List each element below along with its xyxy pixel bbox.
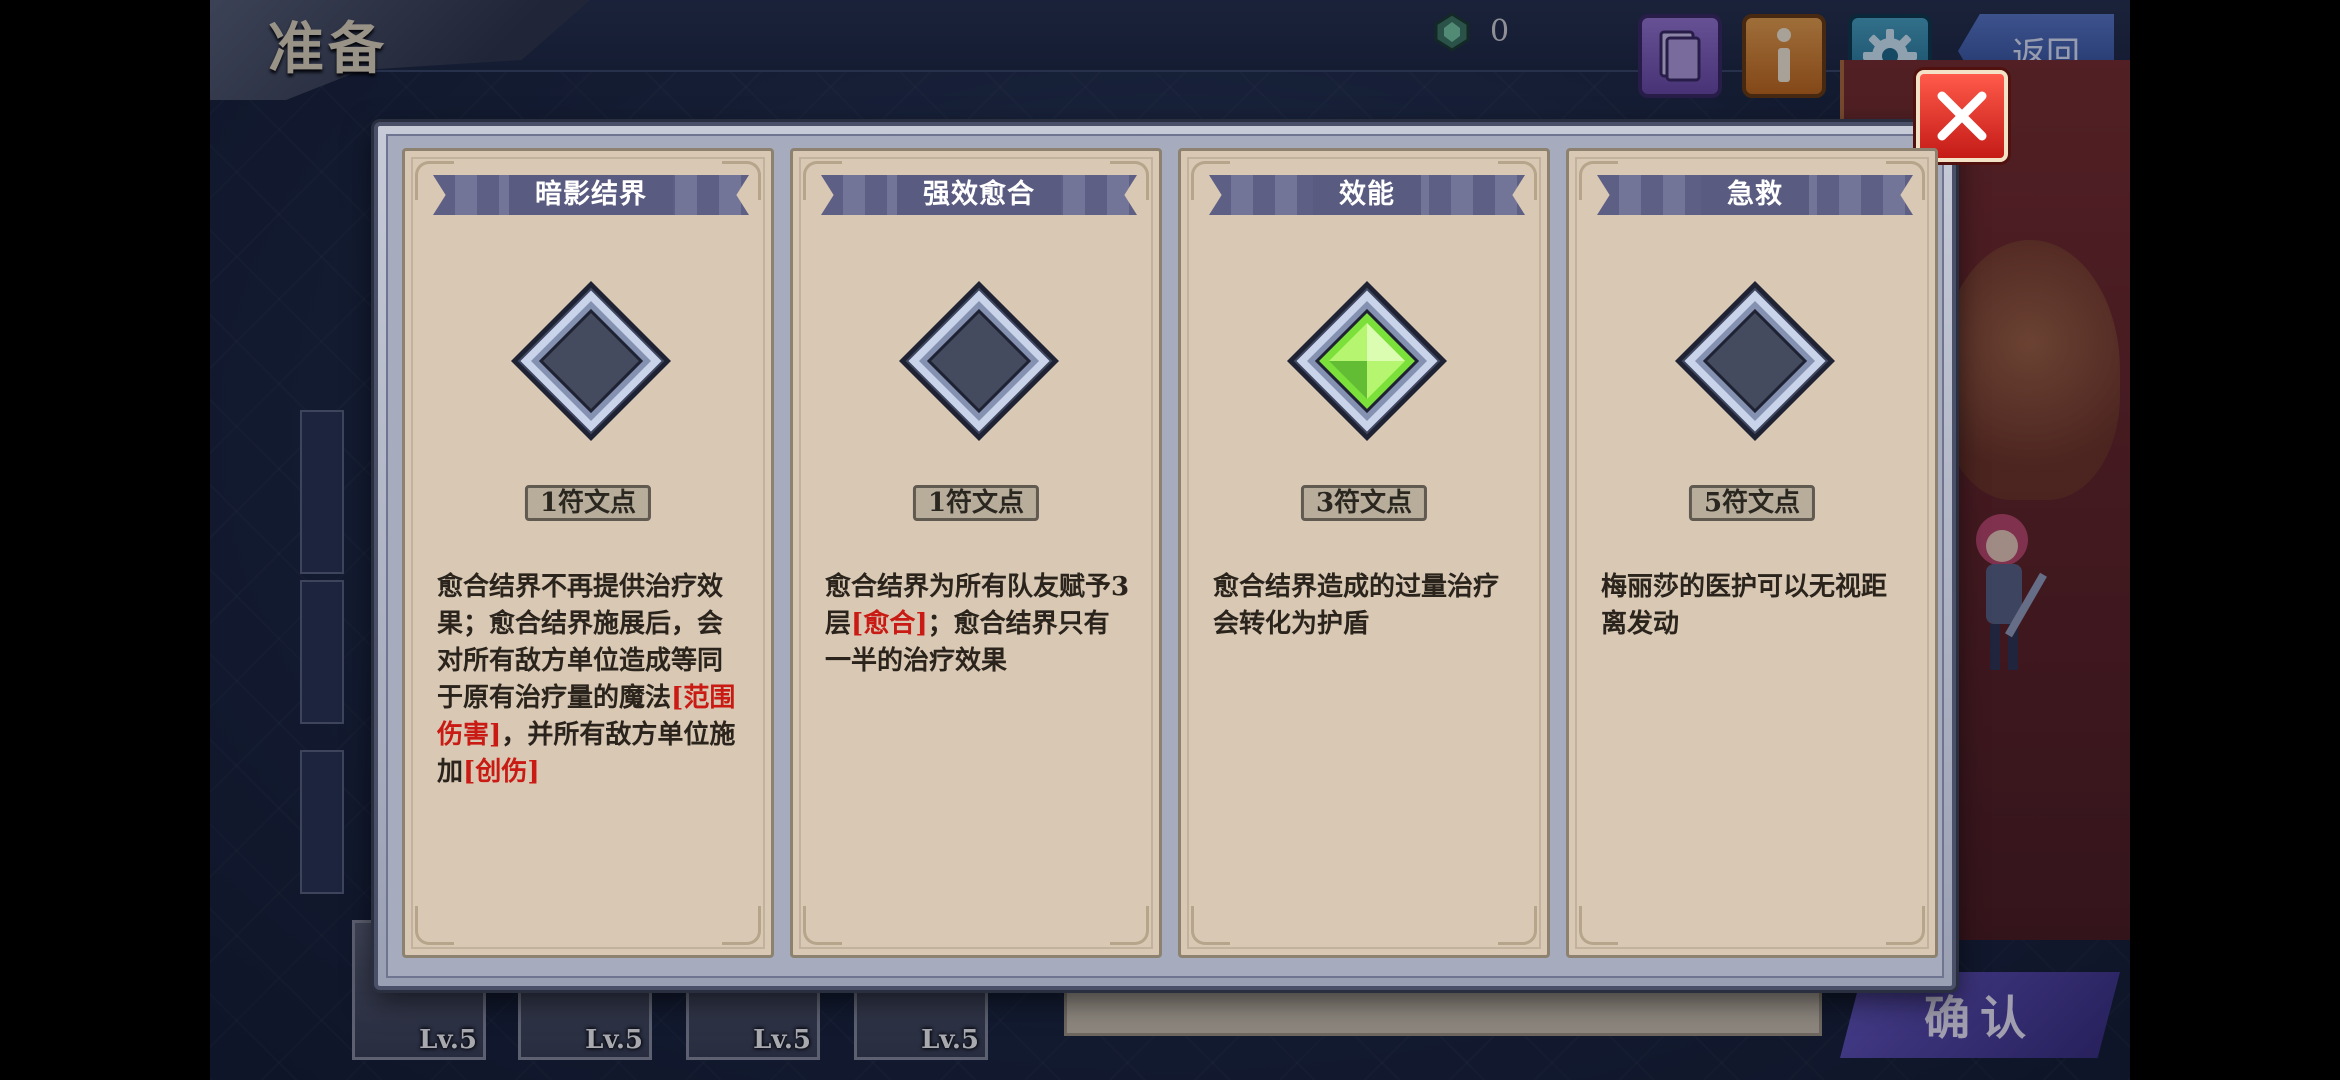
card-title-ribbon: 效能 <box>1209 175 1525 215</box>
rune-description: 愈合结界不再提供治疗效果；愈合结界施展后，会对所有敌方单位造成等同于原有治疗量的… <box>437 569 747 791</box>
keyword-highlight: [愈合] <box>851 609 928 639</box>
card-title-ribbon: 暗影结界 <box>433 175 749 215</box>
card-title: 强效愈合 <box>897 175 1061 215</box>
close-icon <box>1937 91 1987 141</box>
rune-socket-icon[interactable] <box>895 277 1063 445</box>
card-corner-ornament <box>722 906 761 945</box>
rune-description: 梅丽莎的医护可以无视距离发动 <box>1601 569 1911 643</box>
rune-description: 愈合结界造成的过量治疗会转化为护盾 <box>1213 569 1523 643</box>
card-corner-ornament <box>803 906 842 945</box>
rune-card[interactable]: 效能 3符文点愈合结界造成的过量治疗会转化为护盾 <box>1178 148 1550 958</box>
card-title-ribbon: 急救 <box>1597 175 1913 215</box>
card-corner-ornament <box>1498 906 1537 945</box>
card-title: 急救 <box>1701 175 1809 215</box>
rune-cost-badge: 5符文点 <box>1688 485 1816 521</box>
card-corner-ornament <box>1886 906 1925 945</box>
rune-description: 愈合结界为所有队友赋予3层[愈合]；愈合结界只有一半的治疗效果 <box>825 569 1135 680</box>
description-text: 梅丽莎的医护可以无视距离发动 <box>1601 572 1888 639</box>
rune-card[interactable]: 急救 5符文点梅丽莎的医护可以无视距离发动 <box>1566 148 1938 958</box>
card-corner-ornament <box>415 906 454 945</box>
rune-cost-badge: 1符文点 <box>912 485 1040 521</box>
card-title-ribbon: 强效愈合 <box>821 175 1137 215</box>
rune-socket-icon[interactable] <box>1671 277 1839 445</box>
rune-socket-icon[interactable] <box>1283 277 1451 445</box>
rune-card[interactable]: 强效愈合 1符文点愈合结界为所有队友赋予3层[愈合]；愈合结界只有一半的治疗效果 <box>790 148 1162 958</box>
card-title: 效能 <box>1313 175 1421 215</box>
card-corner-ornament <box>1579 906 1618 945</box>
keyword-highlight: [创伤] <box>463 757 540 787</box>
card-corner-ornament <box>1110 906 1149 945</box>
card-corner-ornament <box>1191 906 1230 945</box>
rune-socket-icon[interactable] <box>507 277 675 445</box>
card-title: 暗影结界 <box>509 175 673 215</box>
rune-card[interactable]: 暗影结界 1符文点愈合结界不再提供治疗效果；愈合结界施展后，会对所有敌方单位造成等… <box>402 148 774 958</box>
rune-cost-badge: 3符文点 <box>1300 485 1428 521</box>
description-text: 愈合结界造成的过量治疗会转化为护盾 <box>1213 572 1500 639</box>
rune-cost-badge: 1符文点 <box>524 485 652 521</box>
